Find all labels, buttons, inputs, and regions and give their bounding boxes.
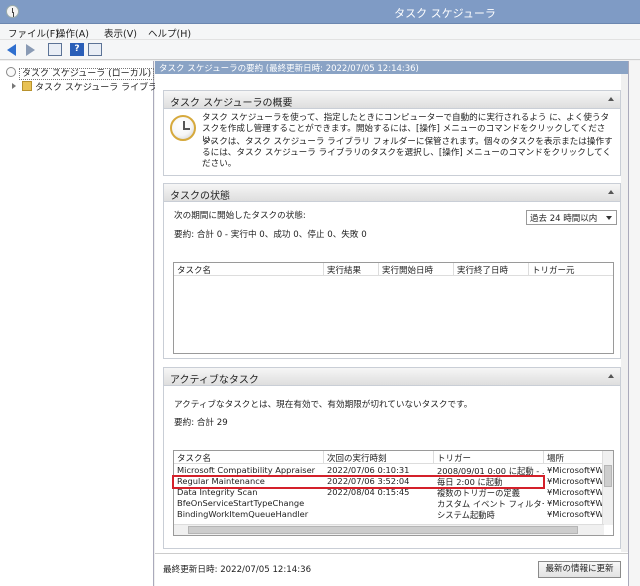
help-icon[interactable]: ? (70, 43, 84, 56)
overview-text-2: タスクは、タスク スケジューラ ライブラリ フォルダーに保管されます。個々のタス… (202, 137, 613, 169)
clock-icon (6, 67, 16, 77)
menu-view[interactable]: 表示(V) (104, 26, 137, 40)
collapse-icon[interactable] (608, 97, 614, 101)
expand-arrow-icon[interactable] (12, 83, 16, 89)
col-result[interactable]: 実行結果 (324, 263, 379, 276)
period-dropdown[interactable]: 過去 24 時間以内 (526, 210, 617, 225)
status-summary: 要約: 合計 0 - 実行中 0、成功 0、停止 0、失敗 0 (174, 230, 367, 240)
col-end-time[interactable]: 実行終了日時 (454, 263, 529, 276)
tree-item-library[interactable]: タスク スケジューラ ライブラリ (12, 80, 166, 93)
task-status-panel-header[interactable]: タスクの状態 (164, 184, 620, 202)
console-tree: タスク スケジューラ (ローカル) タスク スケジューラ ライブラリ (0, 61, 166, 586)
table-row[interactable]: BindingWorkItemQueueHandler システム起動時 ¥Mic… (174, 509, 613, 520)
overview-panel: タスク スケジューラの概要 タスク スケジューラを使って、指定したときにコンピュ… (163, 90, 621, 176)
highlight-box (172, 475, 545, 489)
scrollbar-thumb[interactable] (188, 526, 578, 534)
task-status-panel: タスクの状態 次の期間に開始したタスクの状態: 過去 24 時間以内 要約: 合… (163, 183, 621, 359)
menu-help[interactable]: ヘルプ(H) (148, 26, 191, 40)
clock-icon (170, 115, 196, 141)
summary-pane-scrollbar[interactable] (621, 74, 628, 552)
refresh-button[interactable]: 最新の情報に更新 (538, 561, 621, 578)
title-bar: タスク スケジューラ (0, 0, 640, 24)
status-period-label: 次の期間に開始したタスクの状態: (174, 211, 306, 221)
task-status-grid: タスク名 実行結果 実行開始日時 実行終了日時 トリガー元 (173, 262, 614, 354)
last-updated-text: 最終更新日時: 2022/07/05 12:14:36 (163, 565, 312, 575)
summary-footer: 最終更新日時: 2022/07/05 12:14:36 最新の情報に更新 (155, 553, 628, 586)
vertical-scrollbar[interactable] (602, 451, 613, 525)
back-arrow-icon[interactable] (7, 43, 21, 56)
collapse-icon[interactable] (608, 374, 614, 378)
summary-pane: タスク スケジューラの要約 (最終更新日時: 2022/07/05 12:14:… (155, 61, 628, 586)
active-tasks-grid-header: タスク名 次回の実行時刻 トリガー 場所 (174, 451, 604, 464)
col-next-run[interactable]: 次回の実行時刻 (324, 451, 434, 464)
col-task-name[interactable]: タスク名 (174, 451, 324, 464)
overview-panel-header[interactable]: タスク スケジューラの概要 (164, 91, 620, 109)
table-row[interactable]: BfeOnServiceStartTypeChange カスタム イベント フィ… (174, 498, 613, 509)
active-tasks-panel-header[interactable]: アクティブなタスク (164, 368, 620, 386)
task-status-grid-header: タスク名 実行結果 実行開始日時 実行終了日時 トリガー元 (174, 263, 613, 276)
summary-header: タスク スケジューラの要約 (最終更新日時: 2022/07/05 12:14:… (155, 61, 628, 74)
show-hide-action-pane-icon[interactable] (88, 43, 102, 56)
active-tasks-grid: タスク名 次回の実行時刻 トリガー 場所 Microsoft Compatibi… (173, 450, 614, 536)
col-task-name[interactable]: タスク名 (174, 263, 324, 276)
folder-icon (22, 81, 32, 91)
col-start-time[interactable]: 実行開始日時 (379, 263, 454, 276)
collapse-icon[interactable] (608, 190, 614, 194)
active-tasks-summary: 要約: 合計 29 (174, 418, 228, 428)
forward-arrow-icon[interactable] (24, 43, 38, 56)
horizontal-scrollbar[interactable] (174, 524, 604, 535)
menu-file[interactable]: ファイル(F) (8, 26, 59, 40)
action-pane (628, 61, 640, 586)
scrollbar-thumb[interactable] (604, 465, 612, 487)
col-trigger[interactable]: トリガー (434, 451, 544, 464)
window-title: タスク スケジューラ (394, 7, 496, 20)
show-hide-console-tree-icon[interactable] (48, 43, 62, 56)
toolbar: ? (0, 40, 640, 60)
col-triggered-by[interactable]: トリガー元 (529, 263, 613, 276)
active-tasks-description: アクティブなタスクとは、現在有効で、有効期限が切れていないタスクです。 (174, 400, 473, 410)
menu-action[interactable]: 操作(A) (56, 26, 89, 40)
tree-item-local[interactable]: タスク スケジューラ (ローカル) (6, 66, 155, 80)
col-location[interactable]: 場所 (544, 451, 604, 464)
menu-bar: ファイル(F) 操作(A) 表示(V) ヘルプ(H) (0, 24, 640, 40)
chevron-down-icon (606, 216, 612, 220)
active-tasks-panel: アクティブなタスク アクティブなタスクとは、現在有効で、有効期限が切れていないタ… (163, 367, 621, 549)
